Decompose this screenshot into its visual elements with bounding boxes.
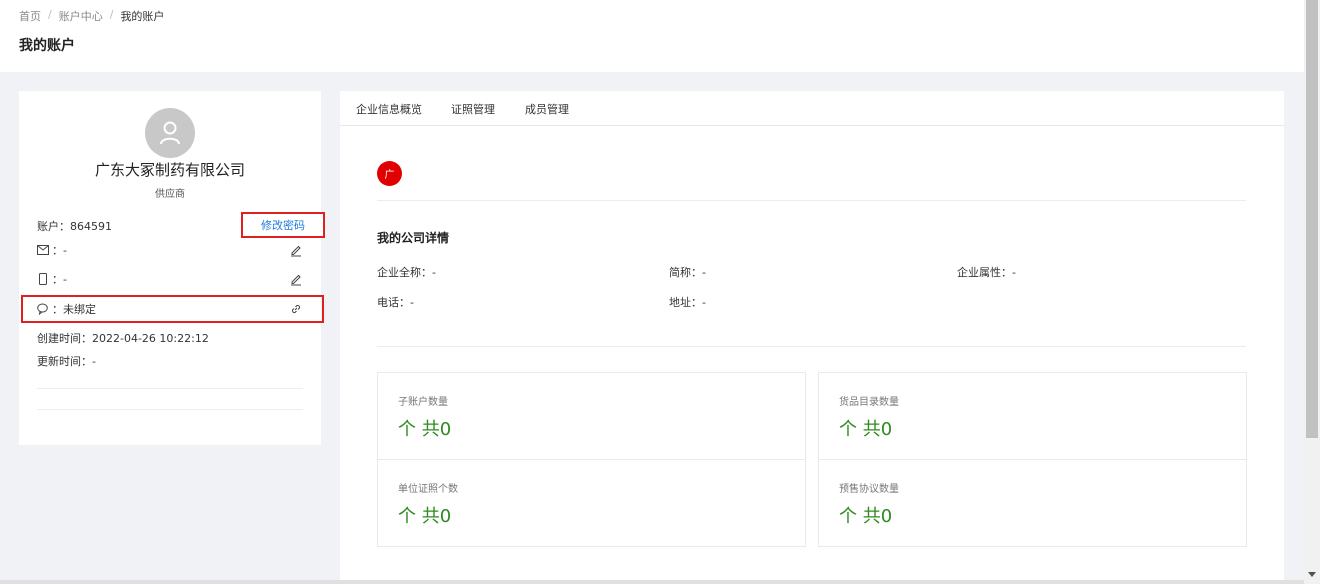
bind-link-icon[interactable] (289, 302, 303, 316)
mail-icon (37, 244, 49, 256)
breadcrumb: 首页 / 账户中心 / 我的账户 (19, 8, 164, 24)
stat-value: 个 共0 (839, 419, 893, 440)
account-label: 账户：864591 (37, 220, 112, 233)
phone-icon (37, 273, 49, 285)
stat-label: 货品目录数量 (839, 397, 899, 408)
company-address: 地址：- (669, 296, 706, 309)
stat-card-presale: 预售协议数量 个 共0 (818, 459, 1247, 547)
scrollbar-thumb[interactable] (1306, 0, 1318, 438)
vertical-scrollbar[interactable] (1304, 0, 1320, 584)
stat-value: 个 共0 (398, 506, 452, 527)
divider (37, 388, 303, 389)
profile-card: 广东大冢制药有限公司 供应商 账户：864591 修改密码 ：- ：- ：未绑定 (19, 91, 325, 445)
edit-email-pencil-icon[interactable] (289, 243, 303, 257)
stat-card-catalog: 货品目录数量 个 共0 (818, 372, 1247, 460)
wechat-row: ：未绑定 (37, 300, 303, 318)
divider (37, 409, 303, 410)
edit-phone-pencil-icon[interactable] (289, 272, 303, 286)
tab-members[interactable]: 成员管理 (525, 101, 569, 117)
page-header: 首页 / 账户中心 / 我的账户 我的账户 (0, 0, 1304, 72)
breadcrumb-home[interactable]: 首页 (19, 8, 41, 24)
breadcrumb-current: 我的账户 (120, 10, 165, 23)
tab-overview[interactable]: 企业信息概览 (356, 101, 422, 117)
company-short-name: 简称：- (669, 266, 706, 279)
updated-row: 更新时间：- (37, 352, 303, 370)
phone-value: ：- (52, 273, 67, 286)
created-time: 创建时间：2022-04-26 10:22:12 (37, 332, 209, 345)
breadcrumb-separator: / (109, 8, 114, 21)
bottom-bar (0, 580, 1304, 584)
stat-card-sub-accounts: 子账户数量 个 共0 (377, 372, 806, 460)
company-type: 供应商 (155, 189, 185, 200)
scroll-down-arrow-icon[interactable] (1308, 572, 1316, 577)
page-title: 我的账户 (19, 38, 75, 54)
stat-card-licenses: 单位证照个数 个 共0 (377, 459, 806, 547)
breadcrumb-separator: / (48, 8, 52, 21)
divider (377, 346, 1246, 347)
user-icon (160, 121, 180, 145)
stat-label: 单位证照个数 (398, 484, 458, 495)
email-row: ：- (37, 241, 303, 259)
stat-label: 子账户数量 (398, 397, 448, 408)
avatar (145, 108, 195, 158)
email-value: ：- (52, 244, 67, 257)
phone-row: ：- (37, 270, 303, 288)
divider (377, 200, 1246, 201)
section-title: 我的公司详情 (377, 231, 450, 245)
company-phone: 电话：- (377, 296, 414, 309)
company-attribute: 企业属性：- (957, 266, 1016, 279)
company-full-name: 企业全称：- (377, 266, 436, 279)
chat-icon (37, 303, 49, 315)
change-password-button[interactable]: 修改密码 (241, 212, 325, 238)
created-row: 创建时间：2022-04-26 10:22:12 (37, 329, 303, 347)
main-panel: 企业信息概览 证照管理 成员管理 广 我的公司详情 企业全称：- 简称：- 企业… (340, 91, 1284, 584)
stat-label: 预售协议数量 (839, 484, 899, 495)
stat-value: 个 共0 (839, 506, 893, 527)
updated-time: 更新时间：- (37, 355, 96, 368)
wechat-value: ：未绑定 (52, 303, 96, 316)
company-logo: 广 (377, 161, 402, 186)
breadcrumb-account-center[interactable]: 账户中心 (59, 8, 103, 24)
company-name: 广东大冢制药有限公司 (94, 161, 245, 179)
tab-license[interactable]: 证照管理 (451, 101, 495, 117)
stat-value: 个 共0 (398, 419, 452, 440)
tab-bar: 企业信息概览 证照管理 成员管理 (340, 91, 1284, 126)
